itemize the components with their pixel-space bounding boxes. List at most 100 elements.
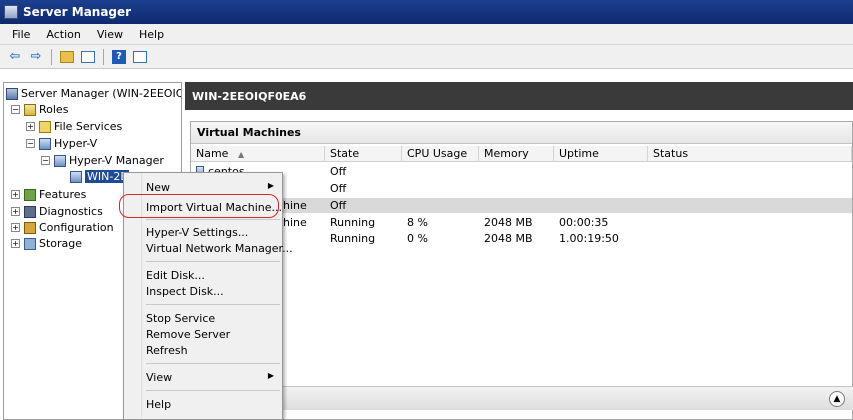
- tree-item-diagnostics[interactable]: + Diagnostics: [11, 204, 103, 219]
- column-label: Name: [196, 147, 229, 160]
- vm-state: Off: [330, 165, 347, 178]
- tree-label: Diagnostics: [39, 205, 103, 218]
- tree-label: Configuration: [39, 221, 114, 234]
- tree-label: Roles: [39, 103, 69, 116]
- vm-state: Running: [330, 232, 376, 245]
- column-status[interactable]: Status: [648, 146, 852, 162]
- details-pane-bar: ▲: [256, 386, 853, 410]
- menu-file[interactable]: File: [4, 28, 38, 41]
- menu-item-view[interactable]: View ▶: [146, 371, 280, 384]
- tree-label: Hyper-V: [54, 137, 98, 150]
- toolbar: ⇦ ⇨ ?: [0, 45, 853, 69]
- column-uptime[interactable]: Uptime: [554, 146, 648, 162]
- tree-item-features[interactable]: + Features: [11, 187, 86, 202]
- diagnostics-icon: [24, 205, 36, 218]
- submenu-arrow-icon: ▶: [267, 371, 274, 380]
- menu-separator: [146, 390, 280, 391]
- back-arrow-icon[interactable]: ⇦: [6, 48, 24, 66]
- table-row[interactable]: Off: [191, 181, 852, 196]
- expand-icon[interactable]: +: [26, 122, 35, 131]
- table-row[interactable]: hine Running 8 % 2048 MB 00:00:35: [191, 215, 852, 230]
- tree-label: Storage: [39, 237, 83, 250]
- vm-cpu: 8 %: [407, 216, 428, 229]
- menu-action[interactable]: Action: [38, 28, 88, 41]
- column-state[interactable]: State: [325, 146, 402, 162]
- column-cpu-usage[interactable]: CPU Usage: [402, 146, 479, 162]
- menu-separator: [146, 261, 280, 262]
- window-title: Server Manager: [23, 5, 132, 19]
- tree-label: Features: [39, 188, 87, 201]
- highlight-annotation: [119, 194, 279, 218]
- show-hide-tree-icon[interactable]: [79, 48, 97, 66]
- storage-icon: [24, 237, 36, 250]
- properties-icon[interactable]: [131, 48, 149, 66]
- tree-item-roles[interactable]: − Roles: [11, 102, 68, 117]
- server-manager-icon: [4, 5, 18, 19]
- tree-label: Server Manager (WIN-2EEOIQF0EA: [21, 87, 182, 100]
- server-icon: [6, 87, 18, 100]
- server-node-icon: [70, 170, 82, 183]
- node-header: WIN-2EEOIQF0EA6: [185, 82, 853, 110]
- section-title: Virtual Machines: [191, 122, 852, 144]
- tree-item-server-node[interactable]: WIN-2E: [70, 169, 130, 184]
- submenu-arrow-icon: ▶: [267, 181, 274, 190]
- hyperv-icon: [39, 137, 51, 150]
- menu-item-refresh[interactable]: Refresh: [146, 344, 188, 357]
- title-bar: Server Manager: [0, 0, 853, 24]
- vm-name: hine: [283, 199, 307, 212]
- roles-icon: [24, 103, 36, 116]
- menu-help[interactable]: Help: [131, 28, 172, 41]
- hyperv-manager-icon: [54, 154, 66, 167]
- vm-cpu: 0 %: [407, 232, 428, 245]
- vm-state: Running: [330, 216, 376, 229]
- help-icon[interactable]: ?: [110, 48, 128, 66]
- vm-state: Off: [330, 199, 347, 212]
- virtual-machines-panel: Virtual Machines Name ▲ State CPU Usage …: [190, 121, 853, 420]
- menu-view[interactable]: View: [89, 28, 131, 41]
- column-name[interactable]: Name ▲: [191, 146, 325, 162]
- forward-arrow-icon[interactable]: ⇨: [27, 48, 45, 66]
- expand-icon[interactable]: +: [11, 223, 20, 232]
- tree-item-configuration[interactable]: + Configuration: [11, 220, 114, 235]
- toolbar-separator: [51, 48, 52, 65]
- menu-item-inspect-disk[interactable]: Inspect Disk...: [146, 285, 224, 298]
- collapse-icon[interactable]: −: [11, 105, 20, 114]
- menu-item-remove-server[interactable]: Remove Server: [146, 328, 230, 341]
- tree-item-file-services[interactable]: + File Services: [26, 119, 122, 134]
- table-row[interactable]: centos Off: [191, 164, 852, 179]
- tree-item-hyperv-manager[interactable]: − Hyper-V Manager: [41, 153, 164, 168]
- menu-label: View: [146, 371, 173, 384]
- features-icon: [24, 188, 36, 201]
- collapse-details-icon[interactable]: ▲: [829, 391, 845, 407]
- collapse-icon[interactable]: −: [26, 139, 35, 148]
- vm-memory: 2048 MB: [484, 232, 533, 245]
- collapse-icon[interactable]: −: [41, 156, 50, 165]
- menu-item-virtual-network-manager[interactable]: Virtual Network Manager...: [146, 242, 293, 255]
- vm-uptime: 1.00:19:50: [559, 232, 619, 245]
- tree-item-server-manager[interactable]: Server Manager (WIN-2EEOIQF0EA: [6, 86, 182, 101]
- menu-item-edit-disk[interactable]: Edit Disk...: [146, 269, 205, 282]
- sort-ascending-icon: ▲: [237, 150, 245, 159]
- up-folder-icon[interactable]: [58, 48, 76, 66]
- configuration-icon: [24, 221, 36, 234]
- vm-state: Off: [330, 182, 347, 195]
- file-services-icon: [39, 120, 51, 133]
- vm-uptime: 00:00:35: [559, 216, 609, 229]
- tree-item-hyperv[interactable]: − Hyper-V: [26, 136, 97, 151]
- table-row[interactable]: hine Off: [191, 198, 852, 213]
- menu-item-hyperv-settings[interactable]: Hyper-V Settings...: [146, 226, 248, 239]
- menu-separator: [146, 304, 280, 305]
- expand-icon[interactable]: +: [11, 207, 20, 216]
- menu-label: New: [146, 181, 170, 194]
- column-header-row: Name ▲ State CPU Usage Memory Uptime Sta…: [191, 146, 852, 162]
- menu-item-new[interactable]: New ▶: [146, 181, 280, 194]
- toolbar-separator: [103, 48, 104, 65]
- expand-icon[interactable]: +: [11, 239, 20, 248]
- tree-label: Hyper-V Manager: [69, 154, 164, 167]
- menu-bar: File Action View Help: [0, 24, 853, 45]
- menu-item-stop-service[interactable]: Stop Service: [146, 312, 215, 325]
- expand-icon[interactable]: +: [11, 190, 20, 199]
- column-memory[interactable]: Memory: [479, 146, 554, 162]
- tree-item-storage[interactable]: + Storage: [11, 236, 82, 251]
- menu-item-help[interactable]: Help: [146, 398, 171, 411]
